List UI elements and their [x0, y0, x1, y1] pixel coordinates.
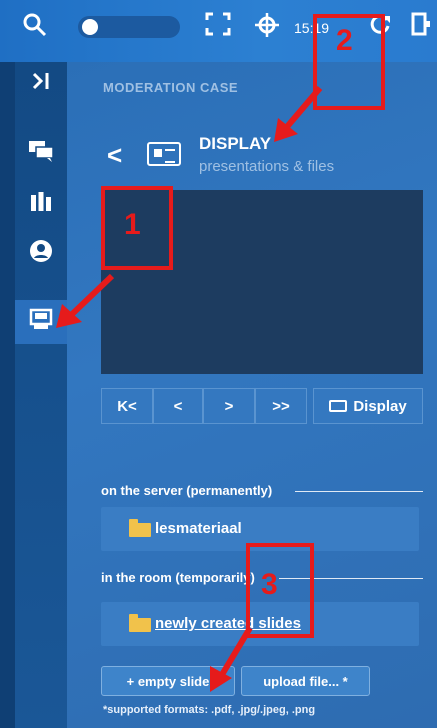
page-title: DISPLAY: [199, 134, 272, 153]
prev-slide-button[interactable]: <: [153, 388, 203, 424]
search-icon[interactable]: [22, 12, 48, 43]
page-subtitle: presentations & files: [199, 158, 335, 175]
display-icon: [147, 142, 181, 166]
annotation-arrow-2: [274, 86, 323, 142]
exit-icon[interactable]: [410, 12, 432, 41]
toggle-knob[interactable]: [82, 19, 98, 35]
annotation-label-2: 2: [336, 24, 353, 57]
annotation-label-3: 3: [261, 568, 278, 601]
display-icon: [29, 307, 53, 337]
annotation-arrow-1: [56, 273, 115, 328]
sidebar-item-collapse[interactable]: [15, 62, 67, 106]
room-section-label: in the room (temporarily): [101, 570, 255, 585]
annotation-label-1: 1: [124, 208, 141, 241]
crosshair-icon[interactable]: [254, 12, 280, 43]
case-title: MODERATION CASE: [103, 80, 239, 95]
sidebar-item-chat[interactable]: [15, 132, 67, 176]
display-button[interactable]: Display: [313, 388, 423, 424]
sidebar-edge: [0, 62, 15, 728]
fullscreen-icon[interactable]: [205, 12, 231, 41]
annotation-arrow-3: [210, 626, 253, 692]
folder-icon: [129, 614, 151, 632]
first-slide-button[interactable]: K<: [101, 388, 153, 424]
display-small-icon: [329, 400, 348, 412]
back-button[interactable]: <: [107, 142, 122, 168]
formats-note: *supported formats: .pdf, .jpg/.jpeg, .p…: [103, 704, 316, 716]
server-section-divider: [295, 491, 423, 492]
last-slide-button[interactable]: >>: [255, 388, 307, 424]
sidebar-item-tools[interactable]: [15, 182, 67, 226]
folder-icon: [129, 519, 151, 537]
sidebar-item-user[interactable]: [15, 232, 67, 276]
server-folder-name[interactable]: lesmateriaal: [155, 520, 242, 537]
upload-file-button[interactable]: upload file... *: [241, 666, 370, 696]
server-section-label: on the server (permanently): [101, 483, 273, 498]
toggle-slider[interactable]: [78, 16, 180, 38]
user-icon: [29, 239, 53, 269]
sidebar: [15, 62, 67, 728]
chat-icon: [28, 140, 54, 168]
display-button-label: Display: [353, 397, 407, 415]
collapse-icon: [30, 71, 52, 97]
tools-icon: [29, 189, 53, 219]
next-slide-button[interactable]: >: [203, 388, 255, 424]
